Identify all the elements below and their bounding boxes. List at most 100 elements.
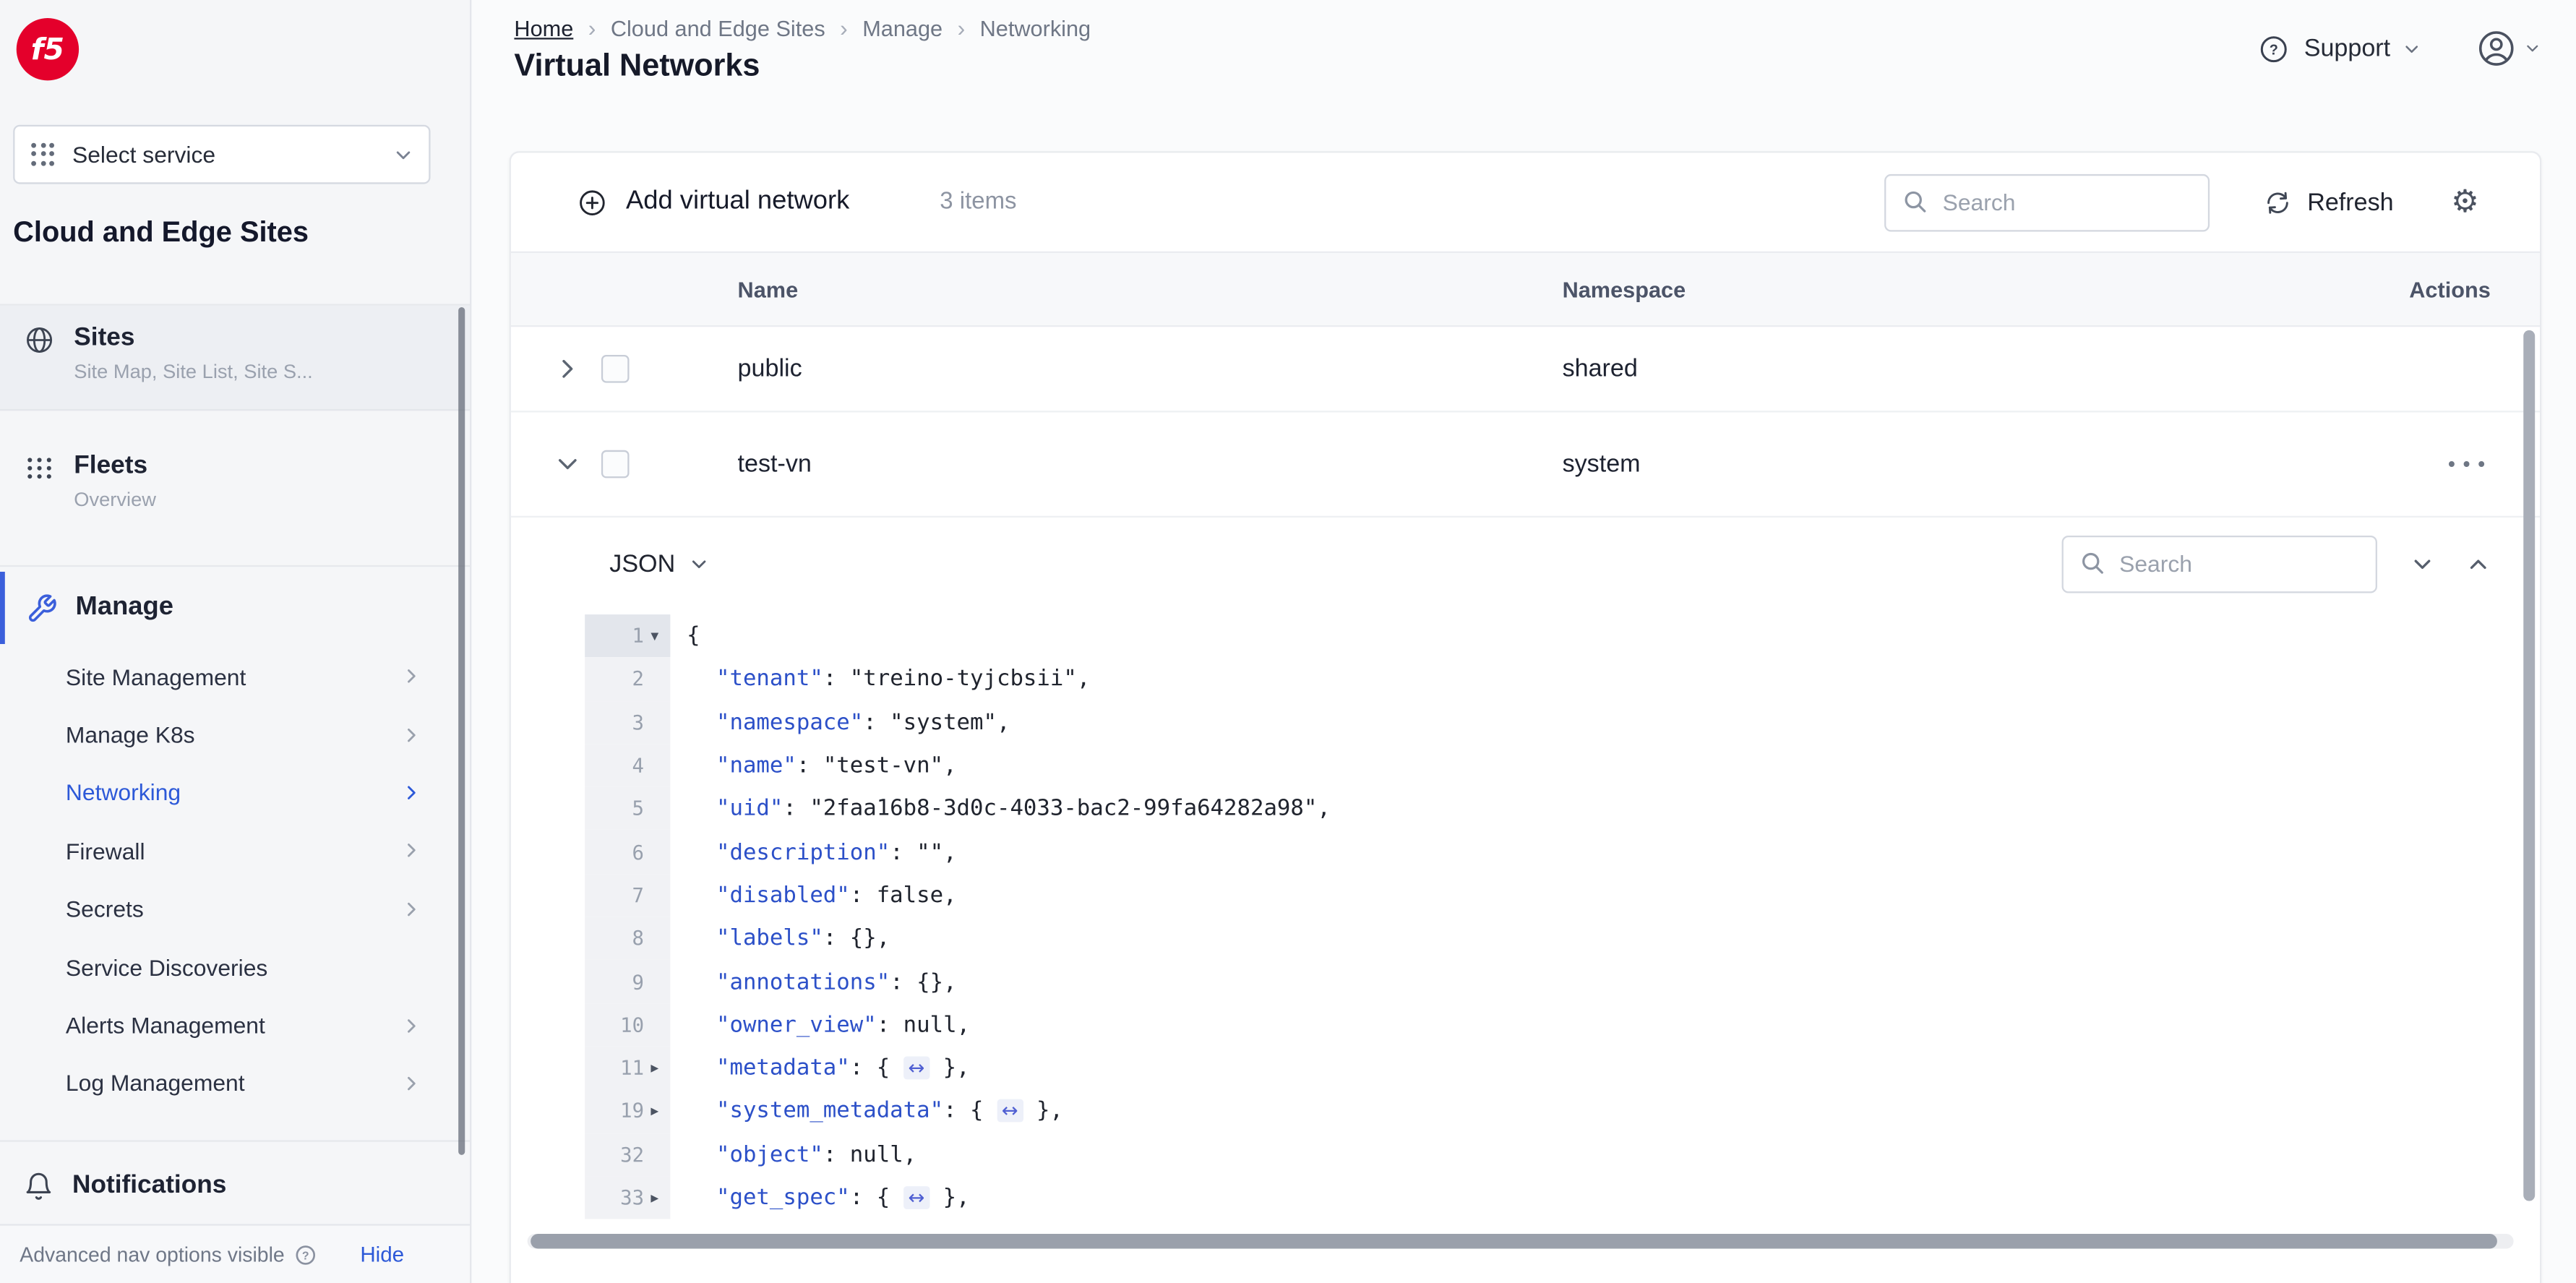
json-key: "name" <box>716 752 797 779</box>
support-menu[interactable]: ? Support <box>2258 32 2420 64</box>
code-line-1: 1 ▾ { <box>511 614 2540 658</box>
collapsed-range-icon[interactable]: ↔ <box>903 1056 930 1080</box>
items-count: 3 items <box>940 189 1017 215</box>
sidebar: f5 Select service Cloud and Edge Sites S… <box>0 0 472 1283</box>
json-value: }, <box>929 1055 970 1081</box>
expand-all-icon[interactable] <box>2412 553 2434 575</box>
sidebar-item-manage-k8s[interactable]: Manage K8s <box>0 705 470 763</box>
vertical-scrollbar[interactable] <box>2523 330 2536 1201</box>
refresh-button[interactable]: Refresh <box>2264 188 2394 216</box>
collapse-row-icon[interactable] <box>555 452 601 476</box>
sidebar-item-alerts-management[interactable]: Alerts Management <box>0 996 470 1054</box>
breadcrumb-home[interactable]: Home <box>514 16 573 40</box>
add-virtual-network-button[interactable]: Add virtual network <box>577 186 849 218</box>
collapsed-range-icon[interactable]: ↔ <box>996 1099 1023 1123</box>
breadcrumb: Home › Cloud and Edge Sites › Manage › N… <box>514 14 1091 40</box>
breadcrumb-separator: › <box>840 14 848 41</box>
json-value: : false, <box>849 882 957 909</box>
line-gutter: 6 <box>585 830 671 874</box>
apps-grid-icon <box>31 142 56 167</box>
service-selector[interactable]: Select service <box>13 124 431 184</box>
support-label: Support <box>2304 34 2391 63</box>
search-input[interactable] <box>1942 189 2193 215</box>
line-gutter: 33 ▸ <box>585 1176 671 1219</box>
fold-caret-icon[interactable]: ▸ <box>644 1188 666 1206</box>
svg-text:?: ? <box>302 1249 309 1261</box>
sidebar-footer: Advanced nav options visible ? Hide <box>0 1224 471 1283</box>
json-search-input[interactable] <box>2119 550 2359 577</box>
expand-row-icon[interactable] <box>555 356 601 381</box>
row-detail-panel: JSON 1▾ {2 "tenant": "treino-tyjcbsii", 3 "n… <box>511 518 2540 1219</box>
f5-logo[interactable]: f5 <box>16 18 80 81</box>
fold-caret-icon[interactable]: ▾ <box>644 627 666 645</box>
chevron-down-icon <box>2527 45 2538 52</box>
breadcrumb-manage[interactable]: Manage <box>862 16 943 40</box>
json-value: : "test-vn", <box>796 752 957 779</box>
code-line-33: 33 ▸ "get_spec": { ↔ }, <box>511 1176 2540 1219</box>
sidebar-item-site-management[interactable]: Site Management <box>0 648 470 705</box>
sidebar-item-manage[interactable]: Manage <box>0 571 470 645</box>
cell-namespace: system <box>1562 450 1641 479</box>
row-checkbox[interactable] <box>601 450 630 479</box>
code-text: "object": null, <box>670 1141 916 1167</box>
chevron-down-icon <box>396 150 411 158</box>
code-text: "system_metadata": { ↔ }, <box>670 1098 1063 1124</box>
view-mode-select[interactable]: JSON <box>609 549 708 578</box>
sidebar-item-log-management[interactable]: Log Management <box>0 1055 470 1112</box>
line-number: 4 <box>632 754 645 778</box>
table-row-test-vn[interactable]: test-vn system ••• <box>510 412 2540 518</box>
sidebar-item-secrets[interactable]: Secrets <box>0 880 470 937</box>
user-avatar-icon <box>2478 31 2514 66</box>
row-actions-menu[interactable]: ••• <box>2446 453 2491 476</box>
row-checkbox[interactable] <box>601 354 630 383</box>
gear-icon[interactable]: ⚙ <box>2451 186 2479 218</box>
json-value: : "treino-tyjcbsii", <box>823 666 1091 692</box>
code-line-6: 6 "description": "", <box>511 830 2540 874</box>
code-line-3: 3 "namespace": "system", <box>511 700 2540 745</box>
sidebar-item-fleets[interactable]: Fleets Overview <box>0 434 470 536</box>
sidebar-item-label: Alerts Management <box>65 1012 265 1039</box>
sidebar-item-service-discoveries[interactable]: Service Discoveries <box>0 938 470 996</box>
sidebar-item-firewall[interactable]: Firewall <box>0 822 470 880</box>
collapse-all-icon[interactable] <box>2468 553 2489 575</box>
fleets-grid-icon <box>23 452 56 484</box>
sidebar-scrollbar[interactable] <box>458 307 465 1155</box>
hide-nav-link[interactable]: Hide <box>360 1242 404 1266</box>
code-line-10: 10 "owner_view": null, <box>511 1003 2540 1047</box>
fold-caret-icon[interactable]: ▸ <box>644 1059 666 1077</box>
fold-caret-icon[interactable]: ▸ <box>644 1102 666 1120</box>
code-text: "labels": {}, <box>670 925 890 951</box>
table-toolbar: Add virtual network 3 items Refresh ⚙ <box>511 153 2540 251</box>
breadcrumb-separator: › <box>957 14 966 41</box>
sidebar-item-networking[interactable]: Networking <box>0 763 470 821</box>
panel-toolbar: JSON <box>511 518 2540 609</box>
sidebar-item-label: Fleets <box>74 452 148 480</box>
sidebar-item-sites[interactable]: Sites Site Map, Site List, Site S... <box>0 305 471 411</box>
search-icon <box>2082 552 2103 574</box>
app: f5 Select service Cloud and Edge Sites S… <box>0 0 2576 1283</box>
line-number: 7 <box>632 883 645 907</box>
line-gutter: 19 ▸ <box>585 1089 671 1133</box>
horizontal-scrollbar[interactable] <box>531 1233 2497 1249</box>
table-row-public[interactable]: public shared <box>510 327 2540 413</box>
line-number: 33 <box>620 1186 645 1209</box>
line-gutter: 9 <box>585 960 671 1004</box>
sidebar-item-notifications[interactable]: Notifications <box>0 1150 470 1222</box>
collapsed-range-icon[interactable]: ↔ <box>903 1186 930 1209</box>
virtual-networks-card: Add virtual network 3 items Refresh ⚙ Na… <box>509 151 2542 1283</box>
advanced-nav-text: Advanced nav options visible <box>20 1243 285 1266</box>
breadcrumb-cloud-and-edge-sites[interactable]: Cloud and Edge Sites <box>611 16 825 40</box>
f5-logo-text: f5 <box>30 32 65 67</box>
json-value: : { <box>849 1055 903 1081</box>
sidebar-item-sublabel: Site Map, Site List, Site S... <box>74 359 313 383</box>
sidebar-item-label: Firewall <box>65 837 145 864</box>
json-value: { <box>687 622 700 650</box>
account-menu[interactable] <box>2476 28 2540 69</box>
code-text: "owner_view": null, <box>670 1012 970 1038</box>
json-key: "metadata" <box>716 1055 850 1081</box>
refresh-icon <box>2268 191 2289 213</box>
json-value: : "system", <box>863 709 1010 736</box>
sidebar-item-label: Sites <box>74 323 135 352</box>
json-value: }, <box>1023 1098 1063 1125</box>
json-value: : "2faa16b8-3d0c-4033-bac2-99fa64282a98"… <box>783 795 1331 823</box>
